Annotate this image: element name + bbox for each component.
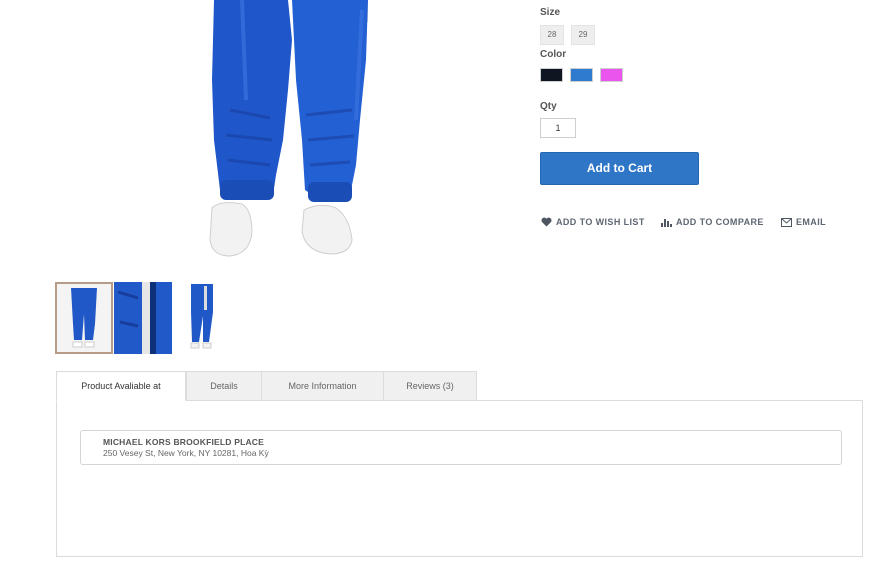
heart-icon xyxy=(541,217,552,227)
thumbnail-image xyxy=(114,282,172,354)
tab-product-available-at[interactable]: Product Avaliable at xyxy=(56,371,186,401)
thumbnail-image xyxy=(173,282,231,354)
size-label: Size xyxy=(540,7,561,18)
bar-chart-icon xyxy=(661,219,672,227)
tab-more-information[interactable]: More Information xyxy=(261,371,384,401)
qty-label: Qty xyxy=(540,101,557,112)
thumbnail-3[interactable] xyxy=(173,282,231,354)
email-label: EMAIL xyxy=(796,217,826,227)
tab-reviews[interactable]: Reviews (3) xyxy=(383,371,477,401)
color-label: Color xyxy=(540,49,567,60)
store-name: MICHAEL KORS BROOKFIELD PLACE xyxy=(103,437,265,447)
wishlist-label: ADD TO WISH LIST xyxy=(556,217,645,227)
main-product-image[interactable] xyxy=(180,0,390,262)
color-swatch-black[interactable] xyxy=(540,68,563,82)
store-address: 250 Vesey St, New York, NY 10281, Hoa Kỳ xyxy=(103,448,269,458)
qty-input[interactable] xyxy=(540,118,576,138)
color-swatch-blue[interactable] xyxy=(570,68,593,82)
tab-panel: MICHAEL KORS BROOKFIELD PLACE 250 Vesey … xyxy=(56,400,863,557)
thumbnail-image xyxy=(57,284,111,352)
envelope-icon xyxy=(781,217,792,227)
size-option-28[interactable]: 28 xyxy=(540,25,564,45)
size-option-29[interactable]: 29 xyxy=(571,25,595,45)
thumbnail-2[interactable] xyxy=(114,282,172,354)
color-swatch-pink[interactable] xyxy=(600,68,623,82)
add-to-cart-button[interactable]: Add to Cart xyxy=(540,152,699,185)
store-card[interactable]: MICHAEL KORS BROOKFIELD PLACE 250 Vesey … xyxy=(80,430,842,465)
add-to-compare-link[interactable]: ADD TO COMPARE xyxy=(661,215,764,229)
compare-label: ADD TO COMPARE xyxy=(676,217,764,227)
tab-details[interactable]: Details xyxy=(186,371,262,401)
thumbnail-1[interactable] xyxy=(55,282,113,354)
add-to-wishlist-link[interactable]: ADD TO WISH LIST xyxy=(541,215,645,229)
email-link[interactable]: EMAIL xyxy=(781,215,826,229)
